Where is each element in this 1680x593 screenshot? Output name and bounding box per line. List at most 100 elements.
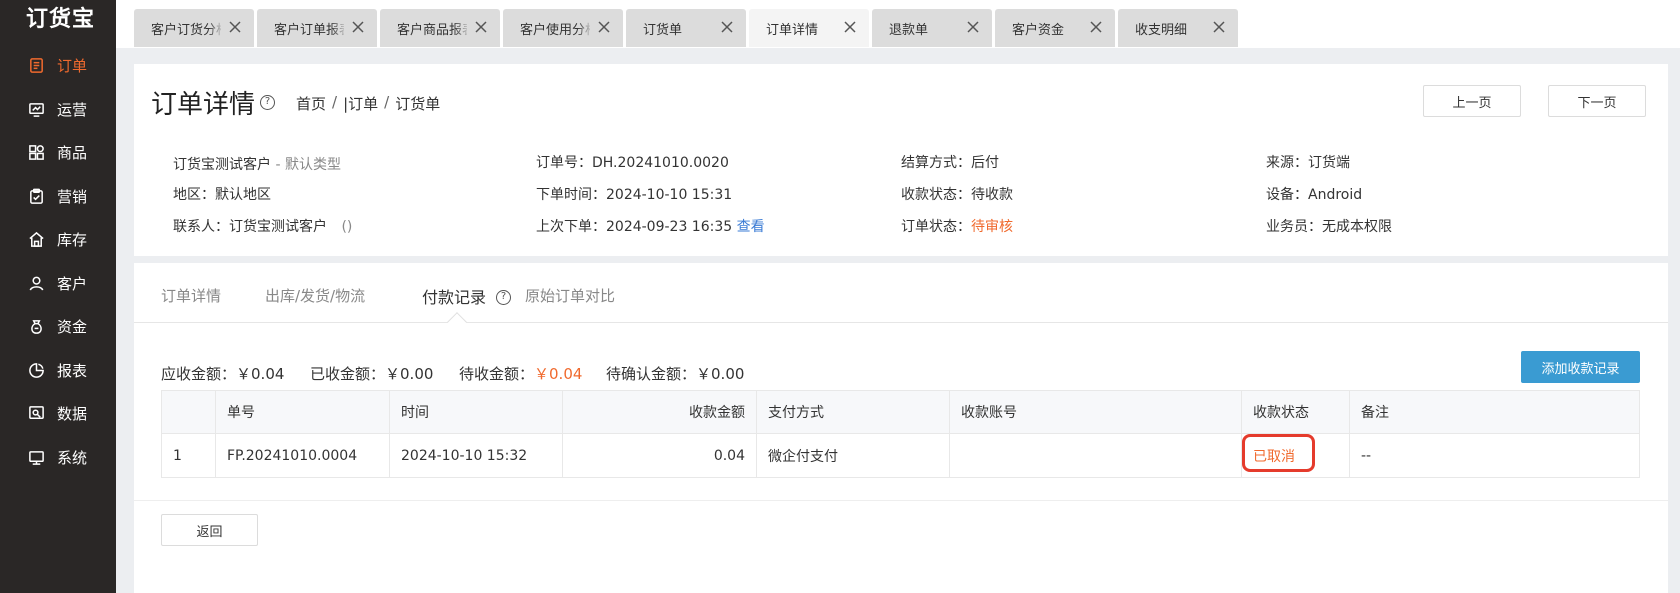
last-order-label: 上次下单： — [536, 219, 606, 235]
breadcrumb: 首页 / |订单 / 订货单 — [296, 93, 440, 114]
add-payment-record-button[interactable]: 添加收款记录 — [1521, 351, 1640, 383]
breadcrumb-separator: / — [384, 93, 390, 111]
sidebar-item-label: 报表 — [57, 361, 88, 380]
status-badge: 已取消 — [1242, 433, 1315, 472]
order-status-value: 待审核 — [971, 219, 1013, 235]
sidebar-item-operation[interactable]: 运营 — [0, 88, 116, 132]
close-icon[interactable] — [228, 20, 242, 34]
customer-icon — [27, 274, 45, 292]
sidebar: 订货宝 订单 运营 商品 营销 库存 客户 资金 报表 数据 系统 — [0, 0, 116, 593]
breadcrumb-purchase-order: 订货单 — [395, 95, 441, 113]
tab-customer-product-report[interactable]: 客户商品报表 — [380, 9, 500, 47]
sidebar-item-funds[interactable]: 资金 — [0, 305, 116, 349]
sidebar-item-customer[interactable]: 客户 — [0, 262, 116, 306]
close-icon[interactable] — [351, 20, 365, 34]
sidebar-item-label: 系统 — [57, 448, 88, 467]
device-label: 设备： — [1266, 187, 1308, 203]
marketing-icon — [27, 187, 45, 205]
sidebar-item-system[interactable]: 系统 — [0, 436, 116, 480]
cell-status: 已取消 — [1241, 433, 1350, 478]
help-icon[interactable]: ? — [260, 95, 275, 110]
sidebar-item-label: 数据 — [57, 405, 88, 424]
subtab-payment-records[interactable]: 付款记录 — [422, 284, 486, 308]
breadcrumb-order[interactable]: |订单 — [343, 93, 378, 114]
pending-amount: 待收金额：￥0.04 — [459, 363, 582, 384]
tab-refund[interactable]: 退款单 — [872, 9, 992, 47]
received-label: 已收金额： — [310, 365, 386, 383]
close-icon[interactable] — [597, 20, 611, 34]
tab-label: 订货单 — [643, 22, 683, 38]
order-status-info: 订单状态：待审核 — [901, 216, 1013, 236]
settlement-info: 结算方式：后付 — [901, 152, 999, 172]
tab-income-expense[interactable]: 收支明细 — [1118, 9, 1238, 47]
tab-order-detail[interactable]: 订单详情 — [749, 9, 869, 47]
status-highlight-box — [1242, 433, 1315, 472]
source-label: 来源： — [1266, 155, 1308, 171]
tab-customer-order-report[interactable]: 客户订单报表 — [257, 9, 377, 47]
region-info: 地区：默认地区 — [173, 184, 271, 204]
page-title: 订单详情 — [151, 90, 256, 120]
table-row: 1 FP.20241010.0004 2024-10-10 15:32 0.04… — [161, 433, 1640, 478]
cell-no: FP.20241010.0004 — [215, 433, 390, 478]
close-icon[interactable] — [843, 20, 857, 34]
close-icon[interactable] — [1212, 20, 1226, 34]
salesman-label: 业务员： — [1266, 219, 1322, 235]
order-time-value: 2024-10-10 15:31 — [606, 187, 733, 203]
customer-name: 订货宝测试客户 — [173, 157, 271, 173]
tab-fade — [577, 9, 593, 47]
sidebar-item-label: 库存 — [57, 231, 88, 250]
subtab-order-detail[interactable]: 订单详情 — [161, 285, 221, 306]
cell-method: 微企付支付 — [756, 433, 950, 478]
cell-time: 2024-10-10 15:32 — [389, 433, 563, 478]
tab-customer-funds[interactable]: 客户资金 — [995, 9, 1115, 47]
contact-info: 联系人：订货宝测试客户 () — [173, 216, 352, 236]
col-header-time: 时间 — [389, 390, 563, 434]
back-button[interactable]: 返回 — [161, 514, 258, 546]
device-value: Android — [1308, 187, 1363, 203]
prev-page-button[interactable]: 上一页 — [1423, 85, 1521, 117]
sidebar-item-marketing[interactable]: 营销 — [0, 175, 116, 219]
tab-customer-order-analysis[interactable]: 客户订货分析 — [134, 9, 254, 47]
next-page-button[interactable]: 下一页 — [1548, 85, 1646, 117]
cell-amount: 0.04 — [562, 433, 757, 478]
source-value: 订货端 — [1308, 155, 1350, 171]
operation-icon — [27, 100, 45, 118]
unconfirmed-value: ￥0.00 — [696, 365, 745, 383]
cell-index: 1 — [161, 433, 216, 478]
bottom-panel — [134, 559, 1668, 593]
breadcrumb-home[interactable]: 首页 — [296, 93, 326, 114]
received-amount: 已收金额：￥0.00 — [310, 363, 433, 384]
tab-label: 订单详情 — [766, 22, 819, 38]
breadcrumb-separator: / — [332, 93, 338, 111]
sidebar-item-report[interactable]: 报表 — [0, 349, 116, 393]
product-icon — [27, 144, 45, 162]
tab-fade — [208, 9, 224, 47]
col-header-remark: 备注 — [1349, 390, 1640, 434]
close-icon[interactable] — [966, 20, 980, 34]
settlement-value: 后付 — [971, 155, 999, 171]
subtab-shipping[interactable]: 出库/发货/物流 — [265, 285, 365, 306]
view-last-order-link[interactable]: 查看 — [737, 219, 765, 235]
sidebar-item-data[interactable]: 数据 — [0, 392, 116, 436]
tab-customer-usage-analysis[interactable]: 客户使用分析 — [503, 9, 623, 47]
sidebar-item-product[interactable]: 商品 — [0, 131, 116, 175]
customer-info: 订货宝测试客户 - 默认类型 — [173, 154, 341, 174]
sidebar-item-inventory[interactable]: 库存 — [0, 218, 116, 262]
payment-records-table: 单号 时间 收款金额 支付方式 收款账号 收款状态 备注 1 FP.202410… — [161, 390, 1640, 478]
sidebar-item-label: 资金 — [57, 318, 88, 337]
col-header-status: 收款状态 — [1241, 390, 1350, 434]
close-icon[interactable] — [720, 20, 734, 34]
sidebar-item-order[interactable]: 订单 — [0, 44, 116, 88]
receivable-label: 应收金额： — [161, 365, 237, 383]
close-icon[interactable] — [1089, 20, 1103, 34]
close-icon[interactable] — [474, 20, 488, 34]
sidebar-item-label: 订单 — [57, 57, 88, 76]
contact-label: 联系人： — [173, 219, 229, 235]
pending-value: ￥0.04 — [534, 365, 583, 383]
help-icon[interactable]: ? — [496, 290, 511, 305]
contact-value: 订货宝测试客户 — [229, 219, 327, 235]
tab-purchase-order[interactable]: 订货单 — [626, 9, 746, 47]
tab-fade — [331, 9, 347, 47]
payment-status-value: 待收款 — [971, 187, 1013, 203]
subtab-original-order-compare[interactable]: 原始订单对比 — [525, 285, 615, 306]
